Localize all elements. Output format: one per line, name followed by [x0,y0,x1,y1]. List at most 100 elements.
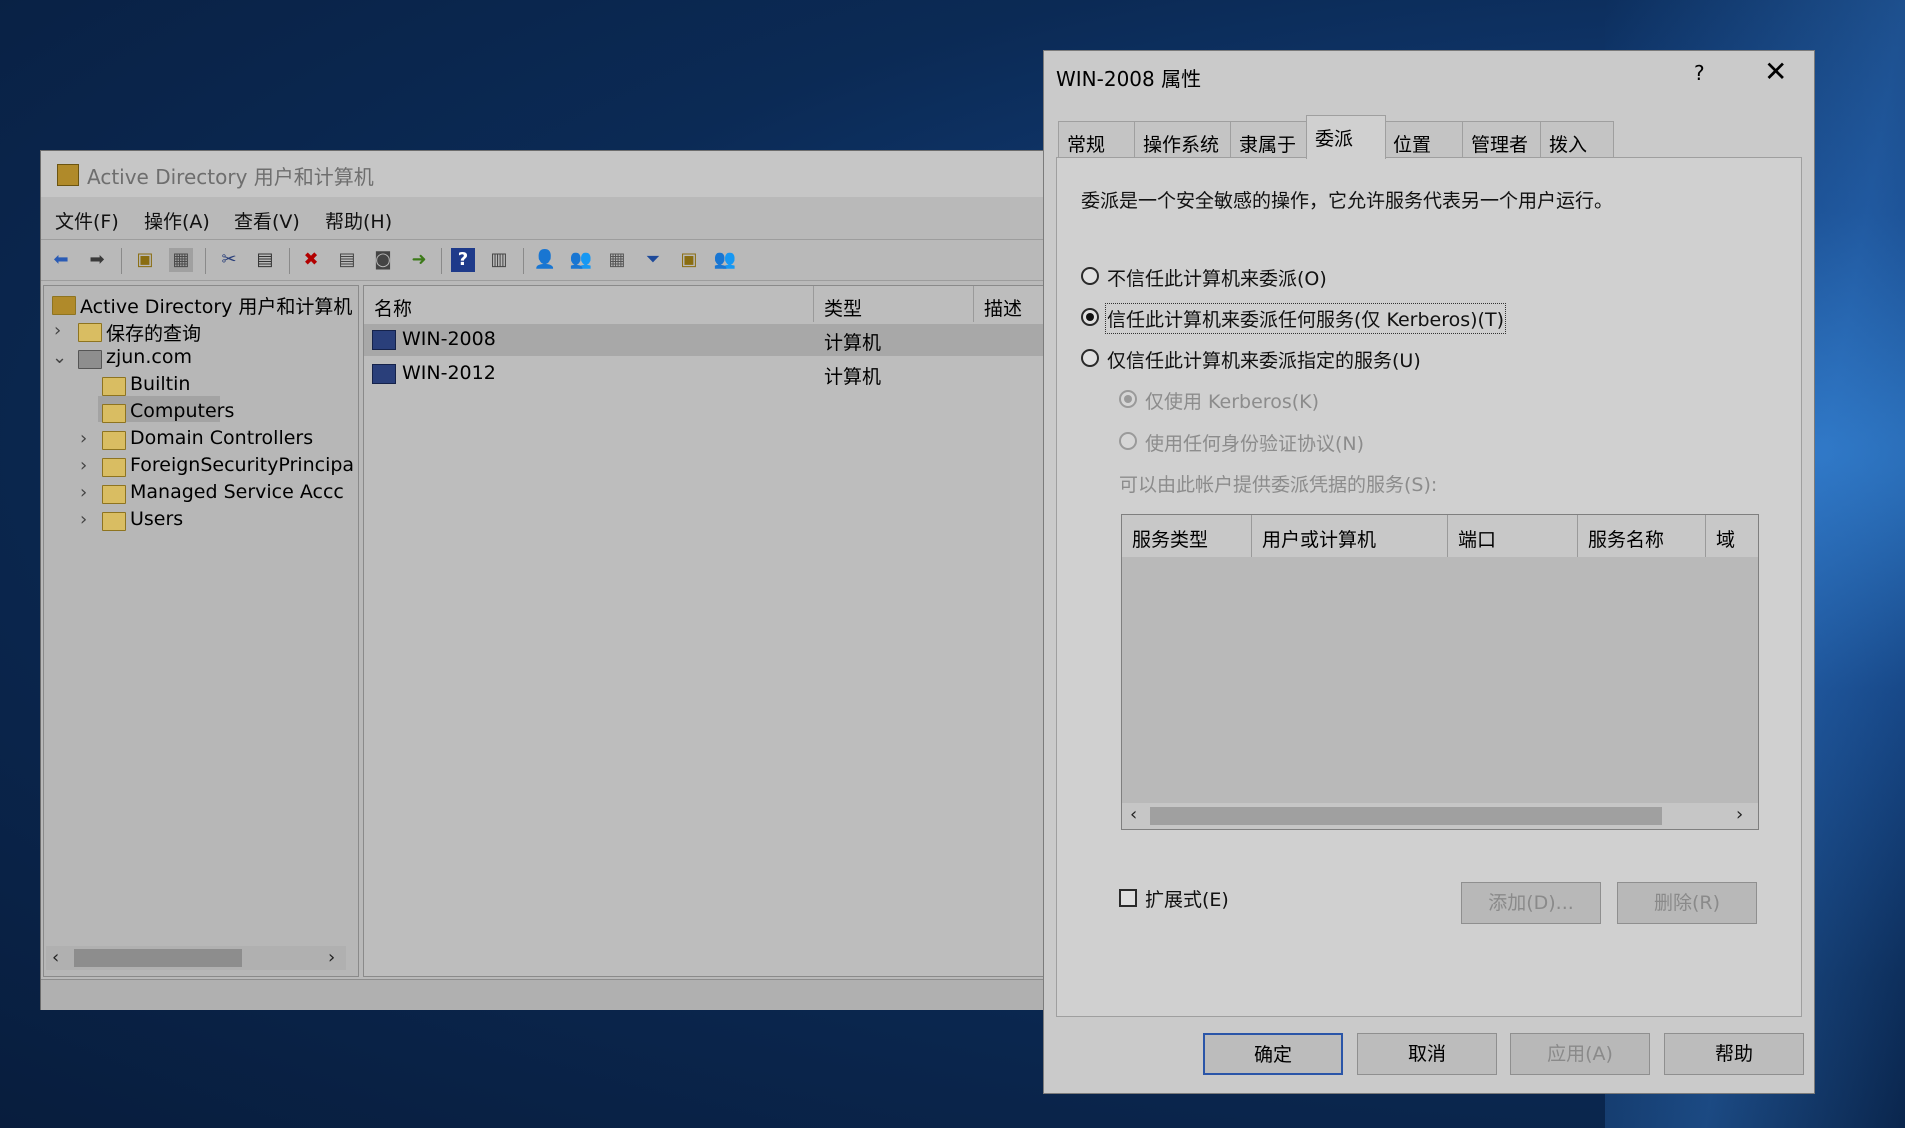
chevron-right-icon[interactable]: › [54,320,61,341]
services-horizontal-scrollbar[interactable]: ‹ › [1122,803,1758,829]
delete-icon[interactable]: ✖ [299,248,323,272]
toolbar-separator [289,248,290,274]
delegation-description: 委派是一个安全敏感的操作，它允许服务代表另一个用户运行。 [1081,190,1614,212]
tree-horizontal-scrollbar[interactable]: ‹ › [46,946,346,970]
properties-dialog: WIN-2008 属性 ? ✕ 常规 操作系统 隶属于 委派 位置 管理者 拨入… [1043,50,1815,1094]
folder-icon [102,377,126,396]
status-bar [41,979,1046,1010]
title-bar: Active Directory 用户和计算机 [41,151,1046,197]
tab-dial-in[interactable]: 拨入 [1540,121,1614,157]
close-icon[interactable]: ✕ [1764,55,1787,88]
column-header-port[interactable]: 端口 [1448,515,1578,557]
list-row-win-2008[interactable]: WIN-2008 计算机 [364,324,1047,356]
column-header-description[interactable]: 描述 [974,286,1047,322]
option-trust-specified-label[interactable]: 仅信任此计算机来委派指定的服务(U) [1107,346,1421,373]
column-header-name[interactable]: 名称 [364,286,814,322]
new-ou-icon[interactable]: ▦ [605,248,629,272]
new-user-icon[interactable]: 👤 [533,248,557,272]
chevron-right-icon[interactable]: › [80,428,87,449]
toolbar-separator [523,248,524,274]
tab-general[interactable]: 常规 [1058,121,1136,157]
menu-bar: 文件(F) 操作(A) 查看(V) 帮助(H) [41,201,1046,237]
toolbar-separator [121,248,122,274]
column-header-domain[interactable]: 域 [1706,515,1758,557]
option-kerberos-only-label[interactable]: 仅使用 Kerberos(K) [1145,387,1319,414]
scrollbar-thumb[interactable] [1150,807,1662,825]
menu-action[interactable]: 操作(A) [144,207,210,234]
computer-icon [372,364,396,384]
help-button[interactable]: 帮助 [1664,1033,1804,1075]
tab-os[interactable]: 操作系统 [1134,121,1232,157]
filter-icon[interactable]: ⏷ [641,248,665,272]
folder-icon [102,404,126,423]
domain-icon [78,350,102,369]
scroll-left-icon[interactable]: ‹ [52,947,59,968]
cancel-button[interactable]: 取消 [1357,1033,1497,1075]
menu-view[interactable]: 查看(V) [234,207,300,234]
dialog-title: WIN-2008 属性 [1056,67,1202,91]
chevron-down-icon[interactable]: ⌄ [52,347,67,368]
remove-service-button[interactable]: 删除(R) [1617,882,1757,924]
radio-trust-any-service[interactable] [1081,308,1099,326]
scroll-left-icon[interactable]: ‹ [1130,804,1137,825]
add-to-group-icon[interactable]: 👥 [713,248,737,272]
window-title: Active Directory 用户和计算机 [87,165,374,189]
folder-icon [102,512,126,531]
paste-icon[interactable]: ▤ [253,248,277,272]
column-header-user-or-computer[interactable]: 用户或计算机 [1252,515,1448,557]
expanded-checkbox[interactable] [1119,889,1137,907]
delegation-panel: 委派是一个安全敏感的操作，它允许服务代表另一个用户运行。 不信任此计算机来委派(… [1056,157,1802,1017]
column-header-service-type[interactable]: 服务类型 [1122,515,1252,557]
aduc-app-icon [57,164,79,186]
services-list[interactable]: 服务类型 用户或计算机 端口 服务名称 域 ‹ › [1121,514,1759,830]
tree-pane: Active Directory 用户和计算机 › 保存的查询 ⌄ zjun.c… [43,285,359,977]
properties-icon[interactable]: ▤ [335,248,359,272]
cut-icon[interactable]: ✂ [217,248,241,272]
menu-file[interactable]: 文件(F) [55,207,119,234]
find-icon[interactable]: ▣ [677,248,701,272]
back-arrow-icon[interactable]: ⬅ [49,248,73,272]
scrollbar-thumb[interactable] [74,949,242,967]
list-pane: 名称 类型 描述 WIN-2008 计算机 WIN-2012 计算机 [363,285,1048,977]
chevron-right-icon[interactable]: › [80,455,87,476]
tab-managed-by[interactable]: 管理者 [1462,121,1542,157]
apply-button[interactable]: 应用(A) [1510,1033,1650,1075]
add-service-button[interactable]: 添加(D)... [1461,882,1601,924]
folder-icon [78,323,102,342]
help-icon[interactable]: ? [451,248,475,272]
folder-icon [102,485,126,504]
chevron-right-icon[interactable]: › [80,509,87,530]
option-trust-any-service-label[interactable]: 信任此计算机来委派任何服务(仅 Kerberos)(T) [1105,303,1506,334]
refresh-icon[interactable]: ◙ [371,248,395,272]
services-list-label: 可以由此帐户提供委派凭据的服务(S): [1119,474,1438,496]
scroll-right-icon[interactable]: › [1736,804,1743,825]
console-tree-icon[interactable]: ▥ [487,248,511,272]
column-header-service-name[interactable]: 服务名称 [1578,515,1706,557]
forward-arrow-icon[interactable]: ➡ [85,248,109,272]
option-any-protocol-label[interactable]: 使用任何身份验证协议(N) [1145,429,1364,456]
chevron-right-icon[interactable]: › [80,482,87,503]
toolbar-separator [205,248,206,274]
tab-location[interactable]: 位置 [1384,121,1464,157]
tab-delegation[interactable]: 委派 [1306,115,1386,159]
folder-icon [102,431,126,450]
option-no-delegation-label[interactable]: 不信任此计算机来委派(O) [1107,264,1327,291]
ok-button[interactable]: 确定 [1203,1033,1343,1075]
radio-any-protocol[interactable] [1119,432,1137,450]
radio-no-delegation[interactable] [1081,267,1099,285]
export-list-icon[interactable]: ➜ [407,248,431,272]
scroll-right-icon[interactable]: › [328,947,335,968]
row-name: WIN-2008 [402,328,496,350]
computer-icon [372,330,396,350]
radio-kerberos-only[interactable] [1119,390,1137,408]
column-header-type[interactable]: 类型 [814,286,974,322]
up-folder-icon[interactable]: ▣ [133,248,157,272]
radio-trust-specified[interactable] [1081,349,1099,367]
show-tree-icon[interactable]: ▦ [169,248,193,272]
menu-help[interactable]: 帮助(H) [325,207,392,234]
new-group-icon[interactable]: 👥 [569,248,593,272]
tab-member-of[interactable]: 隶属于 [1230,121,1308,157]
dialog-help-icon[interactable]: ? [1694,61,1705,85]
expanded-checkbox-label[interactable]: 扩展式(E) [1145,885,1229,912]
list-row-win-2012[interactable]: WIN-2012 计算机 [364,358,1047,390]
